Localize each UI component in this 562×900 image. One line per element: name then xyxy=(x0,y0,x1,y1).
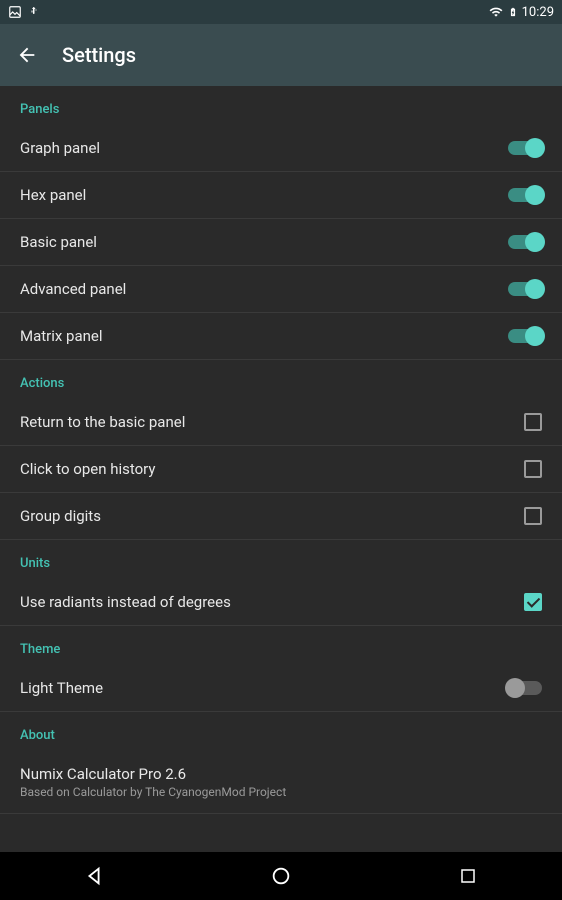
switch-matrix-panel[interactable] xyxy=(508,329,542,343)
settings-content: Panels Graph panel Hex panel Basic panel… xyxy=(0,86,562,814)
row-open-history[interactable]: Click to open history xyxy=(0,446,562,493)
row-label: Use radiants instead of degrees xyxy=(20,593,524,611)
switch-graph-panel[interactable] xyxy=(508,141,542,155)
section-about-header: About xyxy=(0,712,562,751)
battery-icon xyxy=(508,4,518,20)
nav-back-button[interactable] xyxy=(82,864,106,888)
row-radiants[interactable]: Use radiants instead of degrees xyxy=(0,579,562,626)
row-graph-panel[interactable]: Graph panel xyxy=(0,125,562,172)
switch-advanced-panel[interactable] xyxy=(508,282,542,296)
usb-icon xyxy=(28,5,40,19)
about-title: Numix Calculator Pro 2.6 xyxy=(20,765,542,783)
wifi-icon xyxy=(488,5,504,19)
row-hex-panel[interactable]: Hex panel xyxy=(0,172,562,219)
row-label: Group digits xyxy=(20,507,524,525)
checkbox-open-history[interactable] xyxy=(524,460,542,478)
row-label: Advanced panel xyxy=(20,280,508,298)
row-basic-panel[interactable]: Basic panel xyxy=(0,219,562,266)
checkbox-radiants[interactable] xyxy=(524,593,542,611)
row-return-basic[interactable]: Return to the basic panel xyxy=(0,399,562,446)
section-panels-header: Panels xyxy=(0,86,562,125)
switch-hex-panel[interactable] xyxy=(508,188,542,202)
row-about[interactable]: Numix Calculator Pro 2.6 Based on Calcul… xyxy=(0,751,562,814)
row-label: Matrix panel xyxy=(20,327,508,345)
switch-basic-panel[interactable] xyxy=(508,235,542,249)
switch-light-theme[interactable] xyxy=(508,681,542,695)
row-label: Click to open history xyxy=(20,460,524,478)
row-label: Hex panel xyxy=(20,186,508,204)
row-label: Light Theme xyxy=(20,679,508,697)
nav-home-button[interactable] xyxy=(269,864,293,888)
status-time: 10:29 xyxy=(522,5,554,20)
row-label: Return to the basic panel xyxy=(20,413,524,431)
section-units-header: Units xyxy=(0,540,562,579)
section-actions-header: Actions xyxy=(0,360,562,399)
back-icon[interactable] xyxy=(16,44,38,66)
row-matrix-panel[interactable]: Matrix panel xyxy=(0,313,562,360)
status-bar: 10:29 xyxy=(0,0,562,24)
app-bar: Settings xyxy=(0,24,562,86)
nav-recent-button[interactable] xyxy=(456,864,480,888)
checkbox-group-digits[interactable] xyxy=(524,507,542,525)
navigation-bar xyxy=(0,852,562,900)
row-label: Graph panel xyxy=(20,139,508,157)
image-icon xyxy=(8,5,22,19)
page-title: Settings xyxy=(62,43,136,67)
checkbox-return-basic[interactable] xyxy=(524,413,542,431)
row-advanced-panel[interactable]: Advanced panel xyxy=(0,266,562,313)
about-subtitle: Based on Calculator by The CyanogenMod P… xyxy=(20,785,542,799)
row-light-theme[interactable]: Light Theme xyxy=(0,665,562,712)
row-group-digits[interactable]: Group digits xyxy=(0,493,562,540)
section-theme-header: Theme xyxy=(0,626,562,665)
row-label: Basic panel xyxy=(20,233,508,251)
